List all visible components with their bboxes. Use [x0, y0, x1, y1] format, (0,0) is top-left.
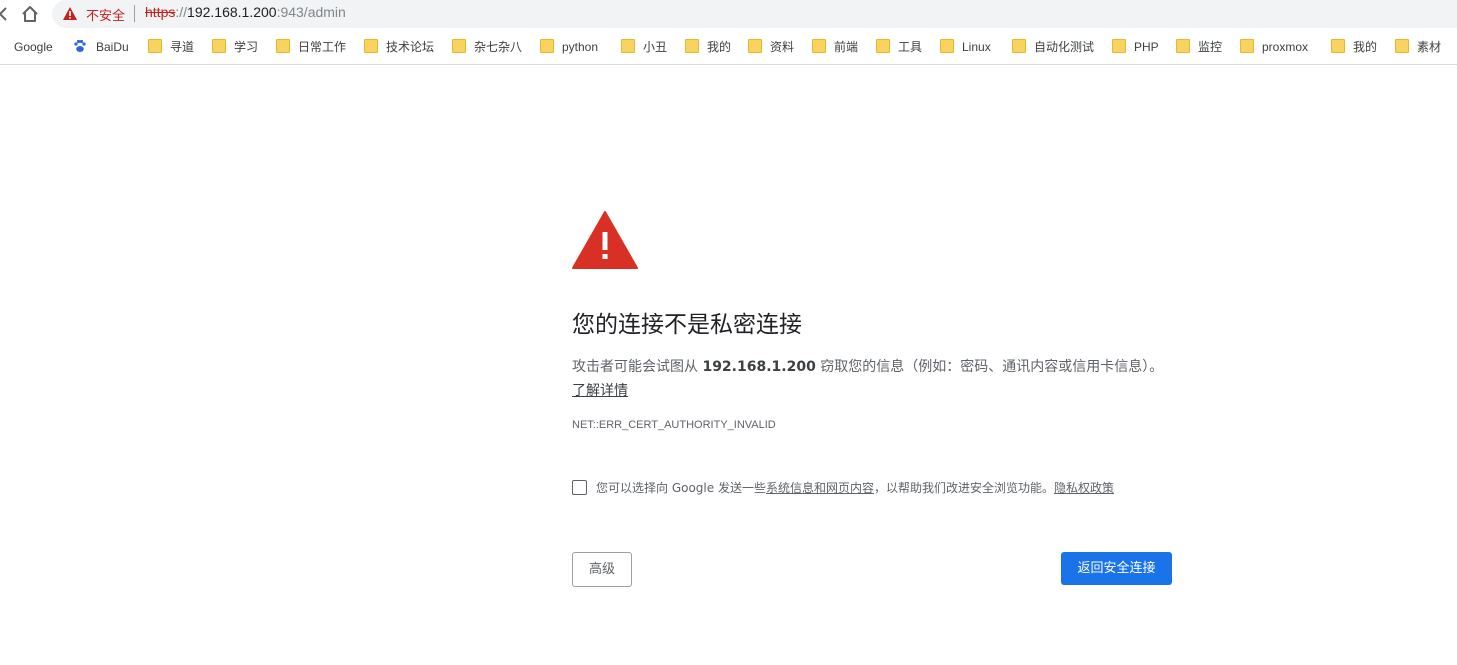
bookmark-label: 监控 [1198, 40, 1223, 54]
folder-icon [876, 39, 890, 53]
bookmark-baidu[interactable]: BaiDu [73, 38, 133, 56]
bookmark-folder[interactable]: 寻道 [148, 38, 198, 56]
bookmark-label: 寻道 [170, 40, 195, 54]
page-title: 您的连接不是私密连接 [572, 312, 802, 338]
bookmark-folder[interactable]: 小丑 [621, 38, 671, 56]
folder-icon [212, 39, 226, 53]
bookmark-folder[interactable]: 素材 [1395, 38, 1445, 56]
url-path: :943/admin [276, 4, 346, 20]
bookmark-label: 资料 [770, 40, 795, 54]
browser-toolbar: 不安全 https://192.168.1.200:943/admin [0, 0, 1457, 29]
bookmark-google[interactable]: Google [0, 38, 58, 56]
bookmark-label: python [562, 40, 599, 54]
advanced-button[interactable]: 高级 [572, 552, 632, 587]
bookmark-label: 我的 [707, 40, 732, 54]
security-warning-icon[interactable] [62, 6, 78, 21]
folder-icon [1112, 39, 1126, 53]
folder-icon [940, 39, 954, 53]
warning-triangle-icon [572, 211, 638, 269]
bookmark-folder[interactable]: 技术论坛 [364, 38, 438, 56]
folder-icon [621, 39, 635, 53]
bookmark-folder[interactable]: 学习 [212, 38, 262, 56]
bookmark-label: Google [14, 40, 53, 54]
bookmarks-bar: Google BaiDu 寻道 学习 日常工作 技术论坛 杂七杂八 python [0, 29, 1457, 65]
folder-icon [1240, 39, 1254, 53]
optin-text: ，以帮助我们改进安全浏览功能。 [873, 481, 1054, 495]
bookmark-label: 小丑 [643, 40, 668, 54]
url-scheme: https [145, 4, 176, 20]
url-separator: :// [175, 4, 188, 20]
learn-more-link[interactable]: 了解详情 [572, 383, 628, 399]
bookmark-label: 自动化测试 [1034, 40, 1095, 54]
bookmark-label: PHP [1134, 40, 1159, 54]
error-description: 攻击者可能会试图从 192.168.1.200 窃取您的信息（例如：密码、通讯内… [572, 355, 1172, 403]
bookmark-label: 技术论坛 [386, 40, 435, 54]
description-text: 窃取您的信息（例如：密码、通讯内容或信用卡信息）。 [815, 359, 1164, 375]
folder-icon [1176, 39, 1190, 53]
bookmark-folder[interactable]: 日常工作 [276, 38, 350, 56]
bookmark-label: 前端 [834, 40, 859, 54]
bookmark-folder[interactable]: 杂七杂八 [452, 38, 526, 56]
back-arrow-icon[interactable] [0, 4, 9, 24]
bookmark-folder[interactable]: Linux [940, 38, 998, 56]
optin-checkbox[interactable] [572, 480, 587, 495]
bookmark-label: proxmox [1262, 40, 1309, 54]
folder-icon [748, 39, 762, 53]
address-bar[interactable]: 不安全 https://192.168.1.200:943/admin [52, 0, 1457, 28]
bookmark-folder[interactable]: 前端 [812, 38, 862, 56]
folder-icon [276, 39, 290, 53]
bookmark-folder[interactable]: 我的 [1331, 38, 1381, 56]
bookmark-label: 学习 [234, 40, 259, 54]
system-info-link[interactable]: 系统信息和网页内容 [766, 481, 874, 495]
folder-icon [685, 39, 699, 53]
bookmark-folder[interactable]: proxmox [1240, 38, 1318, 56]
folder-icon [452, 39, 466, 53]
folder-icon [540, 39, 554, 53]
optin-label: 您可以选择向 Google 发送一些系统信息和网页内容，以帮助我们改进安全浏览功… [596, 479, 1114, 497]
bookmark-label: 工具 [898, 40, 923, 54]
bookmark-label: 日常工作 [298, 40, 347, 54]
folder-icon [1012, 39, 1026, 53]
description-text: 攻击者可能会试图从 [572, 359, 703, 375]
bookmark-label: BaiDu [96, 40, 129, 54]
bookmark-folder[interactable]: 资料 [748, 38, 798, 56]
folder-icon [1331, 39, 1345, 53]
bookmark-label: Linux [962, 40, 991, 54]
folder-icon [148, 39, 162, 53]
bookmark-label: 杂七杂八 [474, 40, 523, 54]
bookmark-label: 素材 [1417, 40, 1442, 54]
url-host: 192.168.1.200 [187, 4, 277, 20]
address-divider [134, 5, 135, 22]
bookmark-folder[interactable]: 工具 [876, 38, 926, 56]
bookmark-folder[interactable]: 监控 [1176, 38, 1226, 56]
privacy-policy-link[interactable]: 隐私权政策 [1054, 481, 1114, 495]
folder-icon [812, 39, 826, 53]
baidu-paw-icon [74, 39, 86, 52]
bookmark-folder[interactable]: 我的 [685, 38, 735, 56]
error-code: NET::ERR_CERT_AUTHORITY_INVALID [572, 419, 776, 431]
description-host: 192.168.1.200 [702, 359, 816, 375]
bookmark-label: 我的 [1353, 40, 1378, 54]
bookmark-folder[interactable]: PHP [1112, 38, 1162, 56]
not-secure-label[interactable]: 不安全 [86, 5, 125, 24]
bookmark-folder[interactable]: python [540, 38, 608, 56]
optin-text: 您可以选择向 Google 发送一些 [596, 481, 766, 495]
folder-icon [1395, 39, 1409, 53]
url-text[interactable]: https://192.168.1.200:943/admin [145, 4, 346, 20]
folder-icon [364, 39, 378, 53]
back-to-safety-button[interactable]: 返回安全连接 [1061, 552, 1172, 585]
bookmark-folder[interactable]: 自动化测试 [1012, 38, 1098, 56]
home-icon[interactable] [20, 4, 40, 24]
safe-browsing-optin: 您可以选择向 Google 发送一些系统信息和网页内容，以帮助我们改进安全浏览功… [572, 480, 1192, 500]
